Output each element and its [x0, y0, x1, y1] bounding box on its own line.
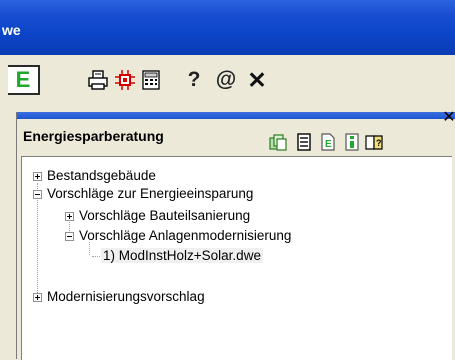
- tree-item-label: Modernisierungsvorschlag: [47, 289, 205, 304]
- panel-caption-strip: [17, 112, 455, 119]
- main-toolbar: E ? @ ✕: [0, 55, 455, 113]
- tree-item-label: Vorschläge zur Energieeinsparung: [47, 186, 254, 201]
- email-button[interactable]: @: [213, 67, 239, 93]
- tree-item-anlagenmodernisierung[interactable]: Vorschläge Anlagenmodernisierung: [79, 227, 291, 245]
- tree-item-bauteilsanierung[interactable]: Vorschläge Bauteilsanierung: [79, 207, 250, 225]
- copy-icon[interactable]: [269, 133, 287, 151]
- calculator-icon: [142, 70, 160, 90]
- collapse-anlagenmodernisierung-icon[interactable]: [65, 232, 74, 241]
- collapse-vorschlaege-energieeinsparung-icon[interactable]: [33, 190, 42, 199]
- window-titlebar: we: [0, 0, 455, 55]
- red-component-icon: [115, 70, 135, 90]
- panel-header: Energiesparberatung E ?: [17, 119, 455, 156]
- export-document-icon[interactable]: E: [319, 133, 337, 151]
- tree-item-vorschlaege-energieeinsparung[interactable]: Vorschläge zur Energieeinsparung: [47, 185, 253, 203]
- energiesparberatung-panel: ✕ Energiesparberatung E ? Bestandsgebäud…: [16, 109, 455, 360]
- tree-item-label: 1) ModInstHolz+Solar.dwe: [101, 248, 263, 263]
- document-list-icon[interactable]: [295, 133, 313, 151]
- tree-connector: [92, 256, 100, 257]
- at-icon: @: [215, 68, 237, 91]
- expand-modernisierungsvorschlag-icon[interactable]: [33, 293, 42, 302]
- e-logo-icon: E: [15, 67, 31, 92]
- close-button[interactable]: ✕: [246, 67, 268, 93]
- tree-view[interactable]: Bestandsgebäude Vorschläge zur Energieei…: [21, 156, 452, 360]
- tree-connector: [37, 183, 38, 297]
- tree-item-label: Vorschläge Bauteilsanierung: [79, 208, 251, 223]
- expand-bauteilsanierung-icon[interactable]: [65, 212, 74, 221]
- svg-text:?: ?: [376, 138, 382, 148]
- info-icon[interactable]: [343, 133, 361, 151]
- tree-item-label: Bestandsgebäude: [47, 168, 156, 183]
- tree-item-modinstholz-solar[interactable]: 1) ModInstHolz+Solar.dwe: [101, 247, 263, 265]
- calculator-button[interactable]: [139, 68, 163, 92]
- printer-icon: [88, 70, 108, 90]
- e-logo-button[interactable]: E: [8, 65, 40, 95]
- help-button[interactable]: ?: [184, 67, 204, 93]
- window-title: we: [2, 22, 21, 38]
- svg-text:E: E: [325, 139, 332, 150]
- print-button[interactable]: [86, 68, 110, 92]
- tree-item-label: Vorschläge Anlagenmodernisierung: [79, 228, 292, 243]
- close-icon: ✕: [247, 66, 267, 93]
- tree-item-modernisierungsvorschlag[interactable]: Modernisierungsvorschlag: [47, 288, 205, 306]
- help-icon: ?: [187, 68, 201, 91]
- tree-item-bestandsgebaeude[interactable]: Bestandsgebäude: [47, 167, 156, 185]
- expand-bestandsgebaeude-icon[interactable]: [33, 172, 42, 181]
- panel-title: Energiesparberatung: [23, 128, 164, 144]
- component-button[interactable]: [113, 68, 137, 92]
- help-book-icon[interactable]: ?: [365, 133, 383, 151]
